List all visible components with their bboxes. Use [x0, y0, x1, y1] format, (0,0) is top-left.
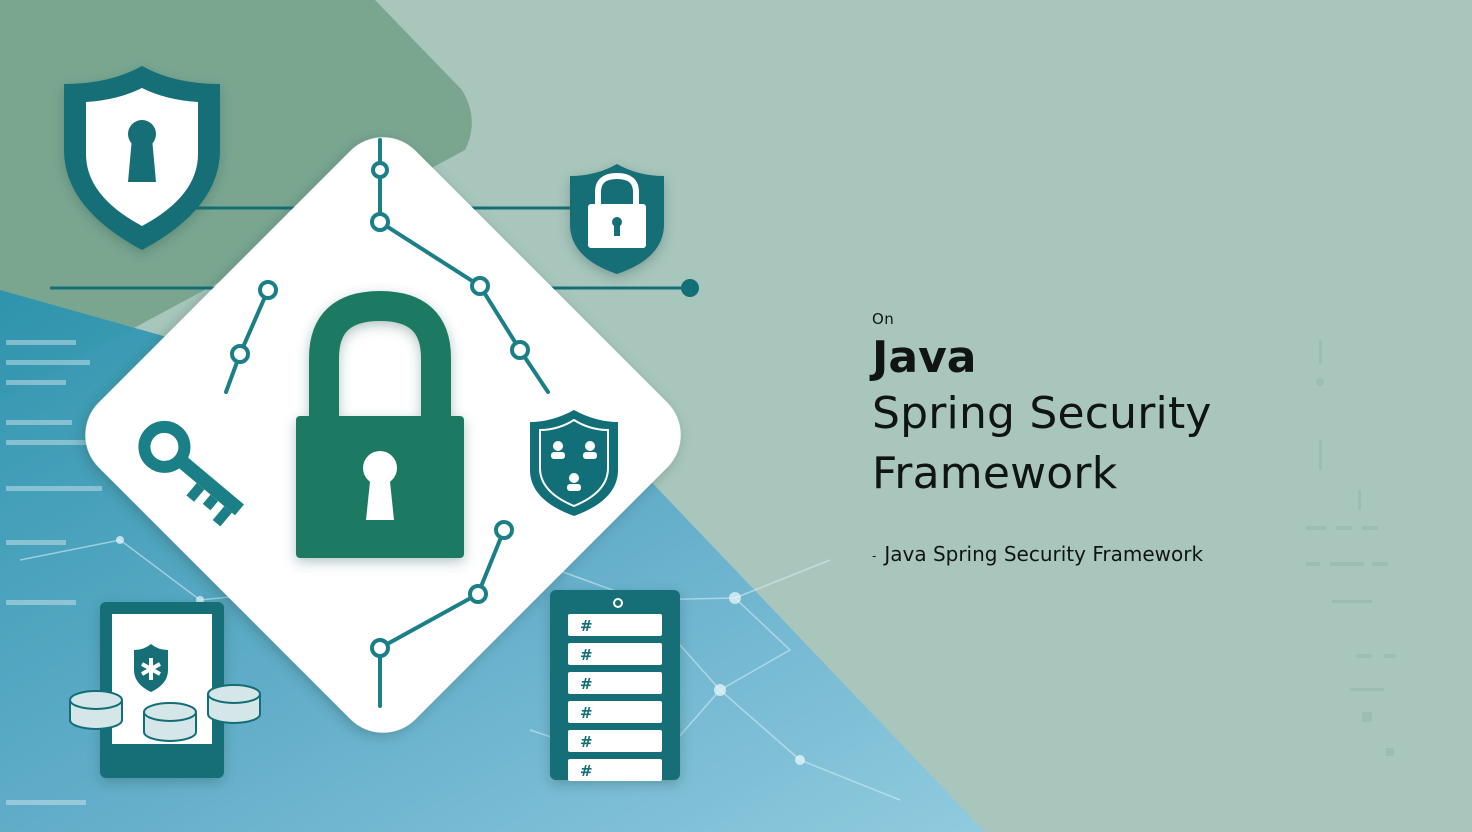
server-rack-row-label: # — [580, 704, 593, 722]
title-line-2: Framework — [872, 448, 1118, 499]
tablet-shield-icon — [100, 602, 224, 778]
server-rack-row-label: # — [580, 646, 593, 664]
subtitle-text: Java Spring Security Framework — [884, 542, 1204, 566]
title-line-1: Spring Security — [872, 388, 1212, 439]
subtitle-dash: - — [872, 548, 877, 563]
title-block: On Java Spring Security Framework — [872, 310, 1212, 504]
server-rack-row-label: # — [580, 762, 593, 780]
hero-illustration: # # # # # # — [0, 0, 1396, 832]
connector-end-dot — [681, 279, 699, 297]
server-rack-row-label: # — [580, 675, 593, 693]
title-kicker: On — [872, 310, 895, 328]
shield-padlock-icon — [570, 164, 664, 274]
server-rack-row-label: # — [580, 617, 593, 635]
title-main: Java — [872, 332, 977, 383]
decorative-marks — [1306, 340, 1396, 756]
server-rack-row-label: # — [580, 733, 593, 751]
subtitle: - Java Spring Security Framework — [872, 542, 1203, 566]
